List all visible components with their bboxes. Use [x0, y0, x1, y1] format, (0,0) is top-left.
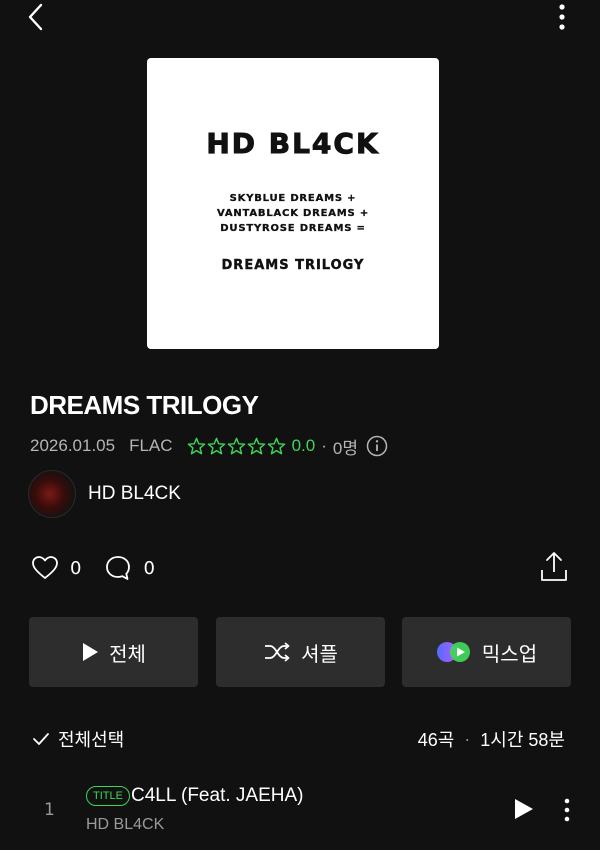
cover-title: HD BL4CK [206, 127, 380, 161]
separator-dot: · [464, 728, 471, 749]
shuffle-label: 셔플 [301, 641, 338, 666]
social-row: 0 0 [30, 553, 177, 583]
mixup-icon [436, 642, 470, 662]
play-all-label: 전체 [109, 641, 146, 666]
cover-subtitle: DREAMS TRILOGY [221, 258, 365, 273]
back-chevron-icon[interactable] [22, 2, 52, 32]
album-cover[interactable]: HD BL4CK SKYBLUE DREAMS + VANTABLACK DRE… [147, 58, 439, 349]
info-icon[interactable] [366, 435, 388, 457]
more-vertical-icon[interactable] [552, 2, 572, 34]
track-count: 46곡 [417, 730, 455, 750]
like-count: 0 [70, 557, 82, 579]
mixup-button[interactable]: 믹스업 [402, 617, 571, 687]
play-icon [83, 643, 99, 661]
star-icon[interactable] [207, 437, 226, 456]
comment-icon[interactable] [103, 553, 133, 583]
rating-stars[interactable] [187, 437, 286, 456]
check-icon [33, 733, 49, 745]
play-icon[interactable] [511, 796, 535, 822]
track-number: 1 [44, 800, 55, 820]
artist-avatar[interactable] [28, 470, 76, 518]
title-badge: TITLE [86, 786, 130, 806]
shuffle-button[interactable]: 셔플 [216, 617, 385, 687]
cover-line: DUSTYROSE DREAMS = [220, 223, 366, 234]
artist-name[interactable]: HD BL4CK [88, 483, 181, 505]
star-icon[interactable] [227, 437, 246, 456]
select-all-label: 전체선택 [58, 730, 125, 751]
cover-line: SKYBLUE DREAMS + [229, 193, 357, 204]
cover-line: VANTABLACK DREAMS + [216, 208, 370, 219]
rating-count: 0명 [332, 438, 358, 458]
cover-lines: SKYBLUE DREAMS + VANTABLACK DREAMS + DUS… [147, 191, 439, 236]
list-summary: 46곡 · 1시간 58분 [418, 726, 565, 752]
select-all-toggle[interactable]: 전체선택 [32, 726, 124, 752]
heart-icon[interactable] [30, 553, 60, 583]
play-all-button[interactable]: 전체 [29, 617, 198, 687]
star-icon[interactable] [187, 437, 206, 456]
star-icon[interactable] [267, 437, 286, 456]
track-title[interactable]: C4LL (Feat. JAEHA) [131, 785, 303, 807]
album-title: DREAMS TRILOGY [30, 390, 259, 420]
audio-format: FLAC [129, 436, 173, 455]
track-artist[interactable]: HD BL4CK [86, 816, 164, 834]
separator-dot: · [321, 436, 327, 455]
comment-count: 0 [143, 557, 155, 579]
total-duration: 1시간 58분 [480, 730, 565, 750]
mixup-label: 믹스업 [481, 641, 538, 666]
share-icon[interactable] [538, 550, 570, 584]
more-vertical-icon[interactable] [559, 796, 575, 824]
rating-value: 0.0 [291, 436, 316, 455]
star-icon[interactable] [247, 437, 266, 456]
album-meta: 2026.01.05 FLAC 0.0 · 0명 [30, 433, 388, 459]
artist-row[interactable]: HD BL4CK [28, 470, 181, 518]
shuffle-icon [265, 642, 290, 662]
album-page: HD BL4CK SKYBLUE DREAMS + VANTABLACK DRE… [0, 0, 600, 850]
release-date: 2026.01.05 [30, 436, 116, 455]
